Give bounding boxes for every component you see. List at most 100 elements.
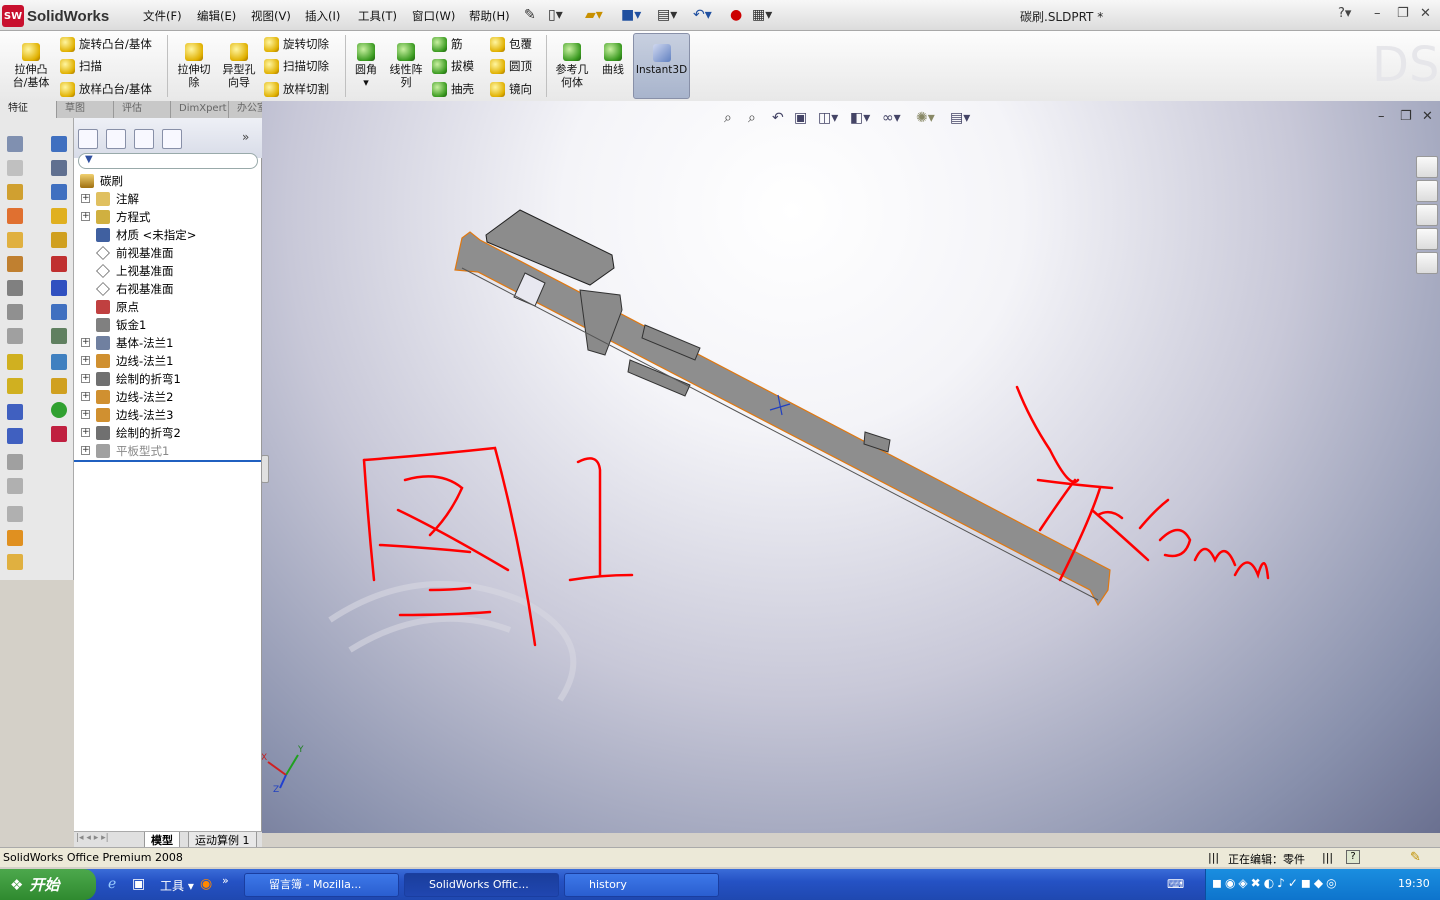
design-library-icon[interactable] bbox=[1416, 180, 1438, 202]
sum-equations-icon[interactable] bbox=[51, 280, 67, 296]
restore-icon[interactable]: ❐ bbox=[1397, 6, 1409, 21]
tree-node[interactable]: + 绘制的折弯1 bbox=[74, 370, 262, 388]
interference-icon[interactable] bbox=[51, 304, 67, 320]
expand-toggle-icon[interactable]: + bbox=[81, 194, 90, 203]
expand-toggle-icon[interactable]: + bbox=[81, 392, 90, 401]
unfold-icon[interactable] bbox=[7, 404, 23, 420]
curves-button[interactable]: 曲线 bbox=[597, 43, 629, 76]
appearances-icon[interactable] bbox=[1416, 252, 1438, 274]
hem-icon[interactable] bbox=[7, 256, 23, 272]
menu-tools[interactable]: 工具(T) bbox=[358, 8, 397, 24]
closed-corner-icon[interactable] bbox=[7, 354, 23, 370]
save-icon[interactable]: ■▾ bbox=[621, 7, 641, 23]
extrude-boss-button[interactable]: 拉伸凸 台/基体 bbox=[8, 43, 54, 89]
expand-toggle-icon[interactable]: + bbox=[81, 356, 90, 365]
property-manager-tab-icon[interactable] bbox=[106, 129, 126, 149]
cross-break-icon[interactable] bbox=[7, 328, 23, 344]
close-icon[interactable]: ✕ bbox=[1420, 6, 1431, 21]
tab-features[interactable]: 特征 bbox=[0, 101, 57, 118]
menu-file[interactable]: 文件(F) bbox=[143, 8, 182, 24]
tray-icons[interactable]: ◼◉◈✖◐♪✓◼◆◎ bbox=[1212, 876, 1340, 890]
welded-corner-icon[interactable] bbox=[7, 378, 23, 394]
extrude-icon[interactable] bbox=[7, 136, 23, 152]
tree-node[interactable]: + 方程式 bbox=[74, 208, 262, 226]
section-properties-icon[interactable] bbox=[51, 208, 67, 224]
options-icon[interactable]: ▦▾ bbox=[752, 7, 772, 23]
zebra-stripes-icon[interactable] bbox=[51, 378, 67, 394]
tab-dimxpert[interactable]: DimXpert bbox=[171, 101, 229, 118]
keyboard-icon[interactable]: ⌨ bbox=[1167, 877, 1184, 891]
show-desktop-icon[interactable]: ▣ bbox=[132, 876, 145, 892]
help-icon[interactable]: ?▾ bbox=[1338, 6, 1351, 21]
start-button[interactable]: ❖ 开始 bbox=[0, 869, 96, 900]
sweep-cut-button[interactable]: 扫描切除 bbox=[264, 57, 329, 75]
expand-toggle-icon[interactable]: + bbox=[81, 446, 90, 455]
base-flange-icon[interactable] bbox=[7, 184, 23, 200]
rollback-bar[interactable] bbox=[74, 460, 262, 462]
no-bends-icon[interactable] bbox=[7, 478, 23, 494]
simulation-icon[interactable] bbox=[51, 354, 67, 370]
miter-flange-icon[interactable] bbox=[7, 232, 23, 248]
revolve-boss-button[interactable]: 旋转凸台/基体 bbox=[60, 35, 152, 53]
tree-node[interactable]: + 边线-法兰3 bbox=[74, 406, 262, 424]
design-table-icon[interactable] bbox=[51, 328, 67, 344]
menu-window[interactable]: 窗口(W) bbox=[412, 8, 455, 24]
firefox-icon[interactable]: ◉ bbox=[200, 876, 212, 892]
draft-button[interactable]: 拔模 bbox=[432, 57, 474, 75]
overflow-chevron-icon[interactable]: » bbox=[222, 874, 229, 887]
menu-edit[interactable]: 编辑(E) bbox=[197, 8, 236, 24]
check-icon[interactable] bbox=[51, 232, 67, 248]
shell-button[interactable]: 抽壳 bbox=[432, 80, 474, 98]
tab-scroll-arrows-icon[interactable]: |◂ ◂ ▸ ▸| bbox=[76, 833, 109, 843]
expand-toggle-icon[interactable]: + bbox=[81, 212, 90, 221]
mirror-button[interactable]: 镜向 bbox=[490, 80, 532, 98]
check-ok-icon[interactable] bbox=[51, 402, 67, 418]
taskbar-item-mozilla[interactable]: 留言簿 - Mozilla... bbox=[244, 873, 399, 897]
panel-splitter-handle[interactable] bbox=[261, 455, 269, 483]
extrude-cut-button[interactable]: 拉伸切 除 bbox=[172, 43, 216, 89]
sketched-bend-icon[interactable] bbox=[7, 304, 23, 320]
expand-chevron-icon[interactable]: » bbox=[242, 130, 249, 144]
linear-pattern-button[interactable]: 线性阵 列 bbox=[386, 43, 426, 89]
tree-node[interactable]: 材质 <未指定> bbox=[74, 226, 262, 244]
corner-relief-icon[interactable] bbox=[7, 554, 23, 570]
instant3d-button[interactable]: Instant3D bbox=[633, 33, 690, 99]
revolve-icon[interactable] bbox=[7, 160, 23, 176]
measure-icon[interactable] bbox=[51, 160, 67, 176]
flatten-icon[interactable] bbox=[7, 454, 23, 470]
ie-icon[interactable]: ℯ bbox=[108, 876, 116, 892]
tree-node[interactable]: + 绘制的折弯2 bbox=[74, 424, 262, 442]
graphics-area[interactable]: ⌕ ⌕ ↶ ▣ ◫▾ ◧▾ ∞▾ ✺▾ ▤▾ – ❐ ✕ Y X Z bbox=[262, 101, 1440, 833]
dimxpert-manager-tab-icon[interactable] bbox=[162, 129, 182, 149]
revolve-cut-button[interactable]: 旋转切除 bbox=[264, 35, 329, 53]
spell-check-icon[interactable] bbox=[51, 136, 67, 152]
configuration-manager-tab-icon[interactable] bbox=[134, 129, 154, 149]
menu-view[interactable]: 视图(V) bbox=[251, 8, 291, 24]
tree-node[interactable]: + 平板型式1 bbox=[74, 442, 262, 460]
tree-node[interactable]: 右视基准面 bbox=[74, 280, 262, 298]
menu-help[interactable]: 帮助(H) bbox=[469, 8, 510, 24]
edge-flange-icon[interactable] bbox=[7, 208, 23, 224]
expand-toggle-icon[interactable]: + bbox=[81, 410, 90, 419]
tab-sketch[interactable]: 草图 bbox=[57, 101, 114, 118]
carbon-brush-part[interactable] bbox=[454, 209, 1111, 607]
status-help-icon[interactable]: ? bbox=[1346, 850, 1360, 864]
hole-wizard-button[interactable]: 异型孔 向导 bbox=[218, 43, 260, 89]
tree-root[interactable]: 碳刷 bbox=[74, 172, 262, 190]
rebuild-stats-icon[interactable] bbox=[51, 256, 67, 272]
taskbar-item-history[interactable]: history bbox=[564, 873, 719, 897]
minimize-icon[interactable]: – bbox=[1374, 6, 1381, 21]
new-document-icon[interactable]: ▯▾ bbox=[548, 7, 563, 23]
tree-node[interactable]: 原点 bbox=[74, 298, 262, 316]
tab-evaluate[interactable]: 评估 bbox=[114, 101, 171, 118]
wrap-button[interactable]: 包覆 bbox=[490, 35, 532, 53]
toolbar-tools[interactable]: 工具 ▾ bbox=[160, 877, 194, 894]
undo-icon[interactable]: ↶▾ bbox=[693, 7, 712, 23]
file-explorer-icon[interactable] bbox=[1416, 204, 1438, 226]
pin-icon[interactable]: ✎ bbox=[524, 7, 536, 23]
rip-icon[interactable] bbox=[7, 530, 23, 546]
expand-toggle-icon[interactable]: + bbox=[81, 338, 90, 347]
solidworks-logo[interactable]: SW SolidWorks bbox=[2, 4, 122, 28]
insert-bends-icon[interactable] bbox=[7, 506, 23, 522]
view-palette-icon[interactable] bbox=[1416, 228, 1438, 250]
